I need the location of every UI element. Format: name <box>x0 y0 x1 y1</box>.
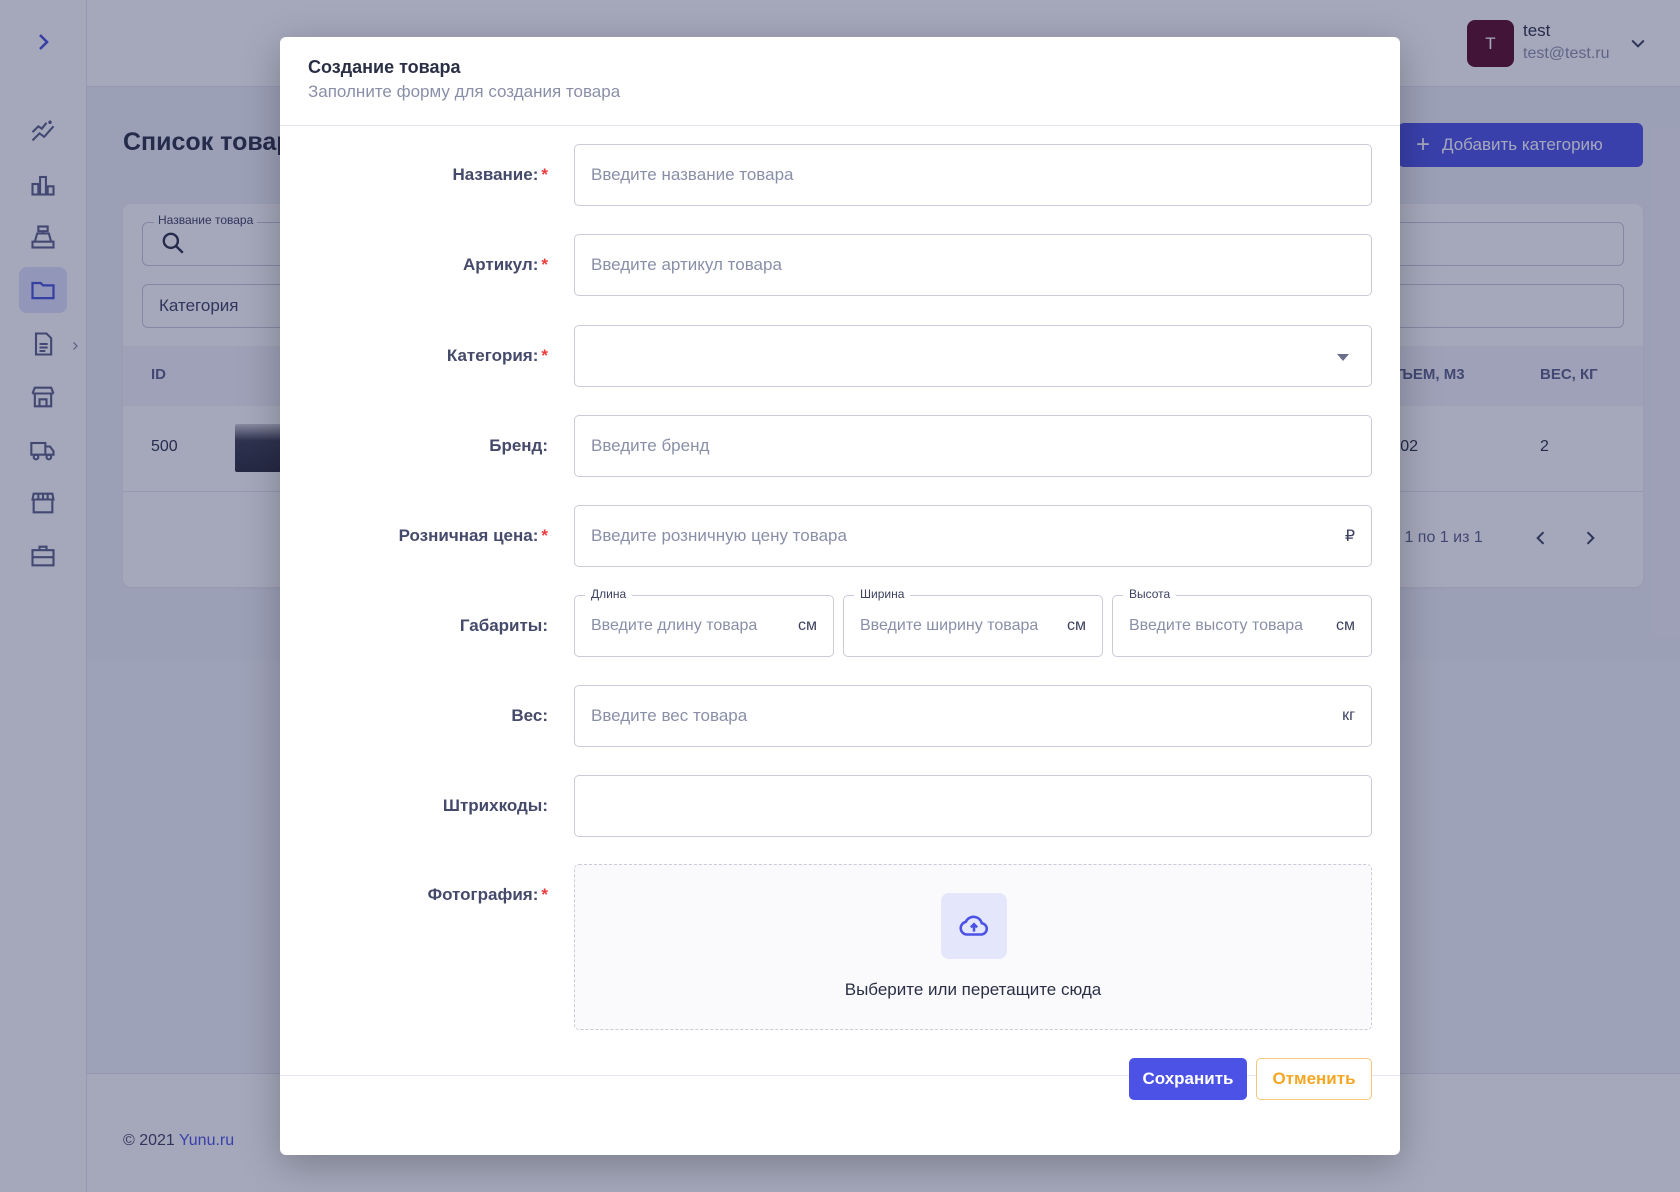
dimensions-label: Габариты: <box>460 616 548 636</box>
modal-title: Создание товара <box>308 57 461 77</box>
barcodes-input[interactable] <box>591 796 1355 816</box>
brand-label-text: Бренд: <box>489 436 548 455</box>
price-input[interactable] <box>591 526 1335 546</box>
length-legend: Длина <box>585 587 633 601</box>
width-input[interactable] <box>860 617 1057 635</box>
weight-label: Вес: <box>511 706 548 726</box>
brand-label: Бренд: <box>489 436 548 456</box>
required-mark: * <box>541 526 548 545</box>
weight-unit: кг <box>1342 707 1355 724</box>
weight-input[interactable] <box>591 706 1333 726</box>
price-label-text: Розничная цена: <box>398 526 539 545</box>
modal-header: Создание товара Заполните форму для созд… <box>280 37 1400 126</box>
upload-button[interactable] <box>941 893 1007 959</box>
length-field[interactable]: Длина см <box>574 587 834 657</box>
category-label: Категория: * <box>447 346 548 366</box>
save-button[interactable]: Сохранить <box>1129 1058 1247 1100</box>
photo-dropzone[interactable]: Выберите или перетащите сюда <box>574 864 1372 1030</box>
height-field[interactable]: Высота см <box>1112 587 1372 657</box>
name-input[interactable] <box>591 165 1355 185</box>
dimensions-label-text: Габариты: <box>459 616 548 635</box>
barcodes-label: Штрихкоды: <box>443 796 548 816</box>
price-label: Розничная цена: * <box>399 526 548 546</box>
height-input[interactable] <box>1129 617 1326 635</box>
dropzone-text: Выберите или перетащите сюда <box>844 980 1102 999</box>
required-mark: * <box>541 346 548 365</box>
height-unit: см <box>1336 617 1355 634</box>
caret-down-icon <box>1337 354 1349 361</box>
photo-label-text: Фотография: <box>427 885 539 904</box>
weight-field[interactable]: кг <box>574 685 1372 747</box>
sku-input[interactable] <box>591 255 1355 275</box>
create-product-modal: Создание товара Заполните форму для созд… <box>280 37 1400 1155</box>
required-mark: * <box>541 165 548 184</box>
cloud-upload-icon <box>959 915 989 936</box>
name-field[interactable] <box>574 144 1372 206</box>
width-legend: Ширина <box>854 587 911 601</box>
required-mark: * <box>541 885 548 904</box>
name-label: Название: * <box>452 165 548 185</box>
name-label-text: Название: <box>452 165 539 184</box>
photo-label: Фотография: * <box>428 885 548 905</box>
sku-field[interactable] <box>574 234 1372 296</box>
price-currency-suffix: ₽ <box>1344 528 1355 545</box>
price-field[interactable]: ₽ <box>574 505 1372 567</box>
required-mark: * <box>541 255 548 274</box>
brand-field[interactable] <box>574 415 1372 477</box>
sku-label: Артикул: * <box>463 255 548 275</box>
cancel-button[interactable]: Отменить <box>1256 1058 1372 1100</box>
length-input[interactable] <box>591 617 788 635</box>
length-unit: см <box>798 617 817 634</box>
sku-label-text: Артикул: <box>462 255 539 274</box>
width-field[interactable]: Ширина см <box>843 587 1103 657</box>
width-unit: см <box>1067 617 1086 634</box>
barcodes-label-text: Штрихкоды: <box>442 796 548 815</box>
category-select[interactable] <box>574 325 1372 387</box>
brand-input[interactable] <box>591 436 1355 456</box>
height-legend: Высота <box>1123 587 1177 601</box>
weight-label-text: Вес: <box>511 706 548 725</box>
barcodes-field[interactable] <box>574 775 1372 837</box>
category-label-text: Категория: <box>446 346 539 365</box>
modal-subtitle: Заполните форму для создания товара <box>308 82 621 101</box>
